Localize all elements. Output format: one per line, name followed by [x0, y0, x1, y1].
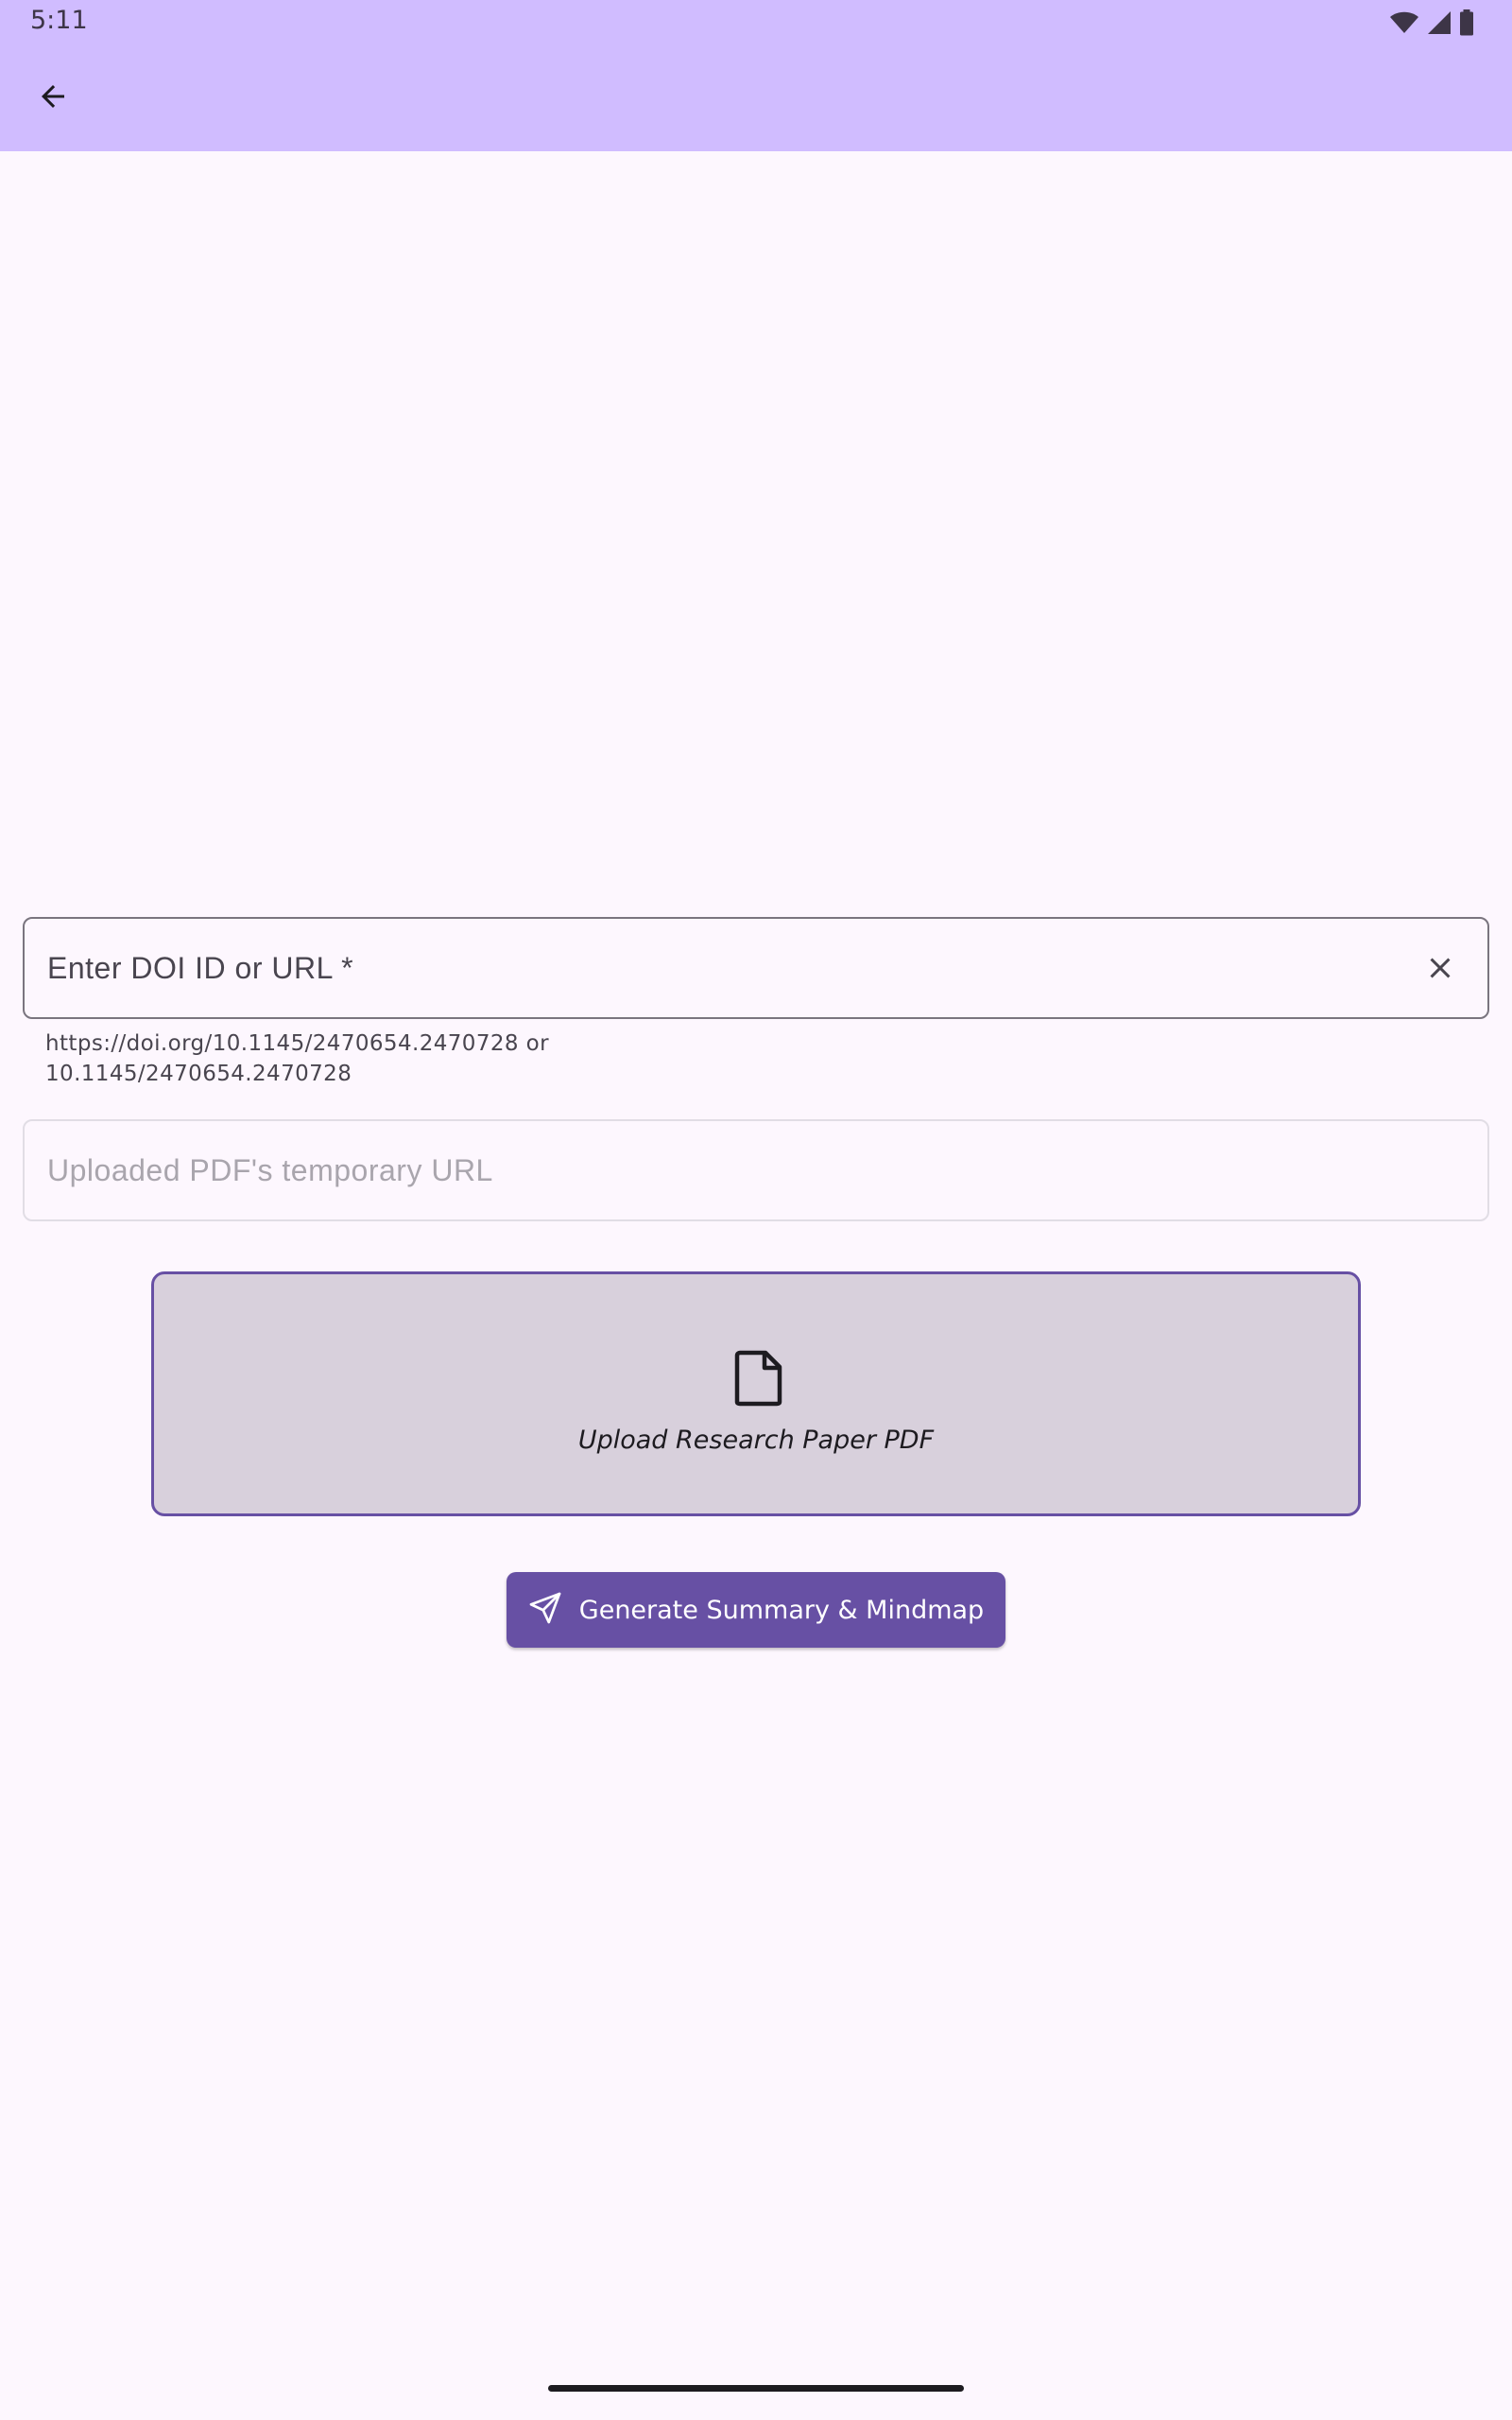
pdf-url-input: [47, 1121, 1408, 1219]
clear-button[interactable]: [1414, 943, 1467, 996]
send-icon: [528, 1591, 562, 1630]
status-icons: [1389, 9, 1474, 36]
status-time: 5:11: [30, 6, 88, 35]
upload-pdf-button[interactable]: Upload Research Paper PDF: [151, 1271, 1361, 1516]
arrow-left-icon: [36, 79, 70, 118]
battery-icon: [1459, 9, 1474, 36]
doi-input[interactable]: [47, 919, 1408, 1017]
status-bar: 5:11: [0, 0, 1512, 45]
doi-helper-text: https://doi.org/10.1145/2470654.2470728 …: [45, 1031, 549, 1086]
document-icon: [734, 1350, 783, 1407]
doi-input-field[interactable]: [23, 917, 1489, 1019]
cellular-signal-icon: [1427, 10, 1452, 35]
pdf-url-field: [23, 1119, 1489, 1221]
wifi-icon: [1389, 10, 1419, 35]
home-indicator[interactable]: [548, 2385, 964, 2392]
close-icon: [1423, 951, 1457, 990]
upload-label: Upload Research Paper PDF: [577, 1426, 935, 1455]
generate-button-label: Generate Summary & Mindmap: [578, 1595, 985, 1625]
app-bar: 5:11: [0, 0, 1512, 151]
back-button[interactable]: [23, 68, 83, 129]
generate-button[interactable]: Generate Summary & Mindmap: [507, 1572, 1005, 1648]
